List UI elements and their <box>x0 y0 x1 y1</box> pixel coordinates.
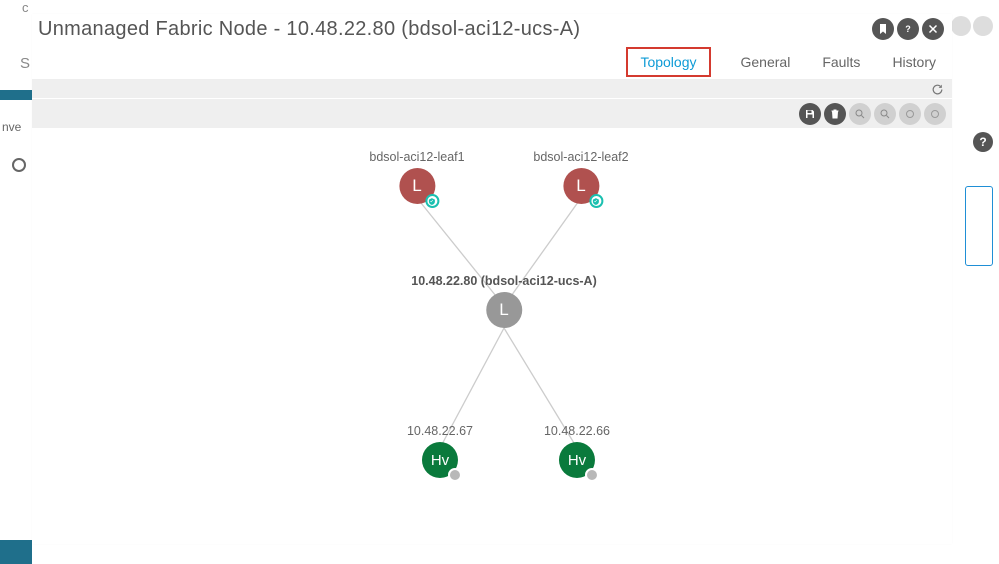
modal-title: Unmanaged Fabric Node - 10.48.22.80 (bds… <box>38 18 580 41</box>
node-letter: Hv <box>568 452 586 469</box>
bg-nav-stripe <box>0 90 32 100</box>
node-label: bdsol-aci12-leaf2 <box>533 150 628 164</box>
tab-faults[interactable]: Faults <box>820 51 862 73</box>
fit-button[interactable] <box>899 103 921 125</box>
tab-general[interactable]: General <box>739 51 793 73</box>
save-button[interactable] <box>799 103 821 125</box>
leaf-node-icon: L <box>563 168 599 204</box>
node-label: 10.48.22.80 (bdsol-aci12-ucs-A) <box>411 274 597 288</box>
node-letter: L <box>499 300 508 320</box>
node-leaf1[interactable]: bdsol-aci12-leaf1 L <box>369 150 464 204</box>
bg-icon <box>12 158 26 172</box>
node-letter: Hv <box>431 452 449 469</box>
hypervisor-node-icon: Hv <box>559 442 595 478</box>
status-badge-icon <box>585 468 599 482</box>
health-badge-icon <box>425 194 439 208</box>
close-button[interactable] <box>922 18 944 40</box>
topology-canvas[interactable]: bdsol-aci12-leaf1 L bdsol-aci12-leaf2 L … <box>32 128 952 544</box>
delete-button[interactable] <box>824 103 846 125</box>
health-badge-icon <box>589 194 603 208</box>
node-letter: L <box>412 176 421 196</box>
help-icon[interactable]: ? <box>973 132 993 152</box>
refresh-bar <box>32 80 952 98</box>
topology-toolbar <box>32 98 952 128</box>
bg-side-widget <box>965 186 993 266</box>
tab-bar: Topology General Faults History <box>32 44 952 80</box>
refresh-button[interactable] <box>930 82 944 96</box>
node-leaf2[interactable]: bdsol-aci12-leaf2 L <box>533 150 628 204</box>
node-letter: L <box>576 176 585 196</box>
bg-header-icon <box>973 16 993 36</box>
bg-nav-text: nve <box>2 120 21 134</box>
node-hv2[interactable]: 10.48.22.66 Hv <box>544 424 610 478</box>
zoom-out-button[interactable] <box>874 103 896 125</box>
bookmark-button[interactable] <box>872 18 894 40</box>
node-hv1[interactable]: 10.48.22.67 Hv <box>407 424 473 478</box>
topology-links <box>32 128 952 544</box>
bg-header-icon <box>951 16 971 36</box>
hypervisor-node-icon: Hv <box>422 442 458 478</box>
bg-letter: c <box>22 0 29 15</box>
leaf-node-icon: L <box>399 168 435 204</box>
settings-button[interactable] <box>924 103 946 125</box>
node-label: bdsol-aci12-leaf1 <box>369 150 464 164</box>
unmanaged-node-icon: L <box>486 292 522 328</box>
svg-text:?: ? <box>905 24 911 34</box>
header-icon-group: ? <box>872 18 944 40</box>
help-button[interactable]: ? <box>897 18 919 40</box>
tab-history[interactable]: History <box>890 51 938 73</box>
bg-nav-stripe-bottom <box>0 540 32 564</box>
right-edge-panel: ? <box>955 14 999 554</box>
bg-letter: S <box>20 55 30 72</box>
node-label: 10.48.22.66 <box>544 424 610 438</box>
tab-topology[interactable]: Topology <box>626 47 710 77</box>
modal-header: Unmanaged Fabric Node - 10.48.22.80 (bds… <box>32 14 952 44</box>
zoom-in-button[interactable] <box>849 103 871 125</box>
unmanaged-node-modal: Unmanaged Fabric Node - 10.48.22.80 (bds… <box>32 14 952 544</box>
node-center[interactable]: 10.48.22.80 (bdsol-aci12-ucs-A) L <box>411 274 597 328</box>
node-label: 10.48.22.67 <box>407 424 473 438</box>
status-badge-icon <box>448 468 462 482</box>
